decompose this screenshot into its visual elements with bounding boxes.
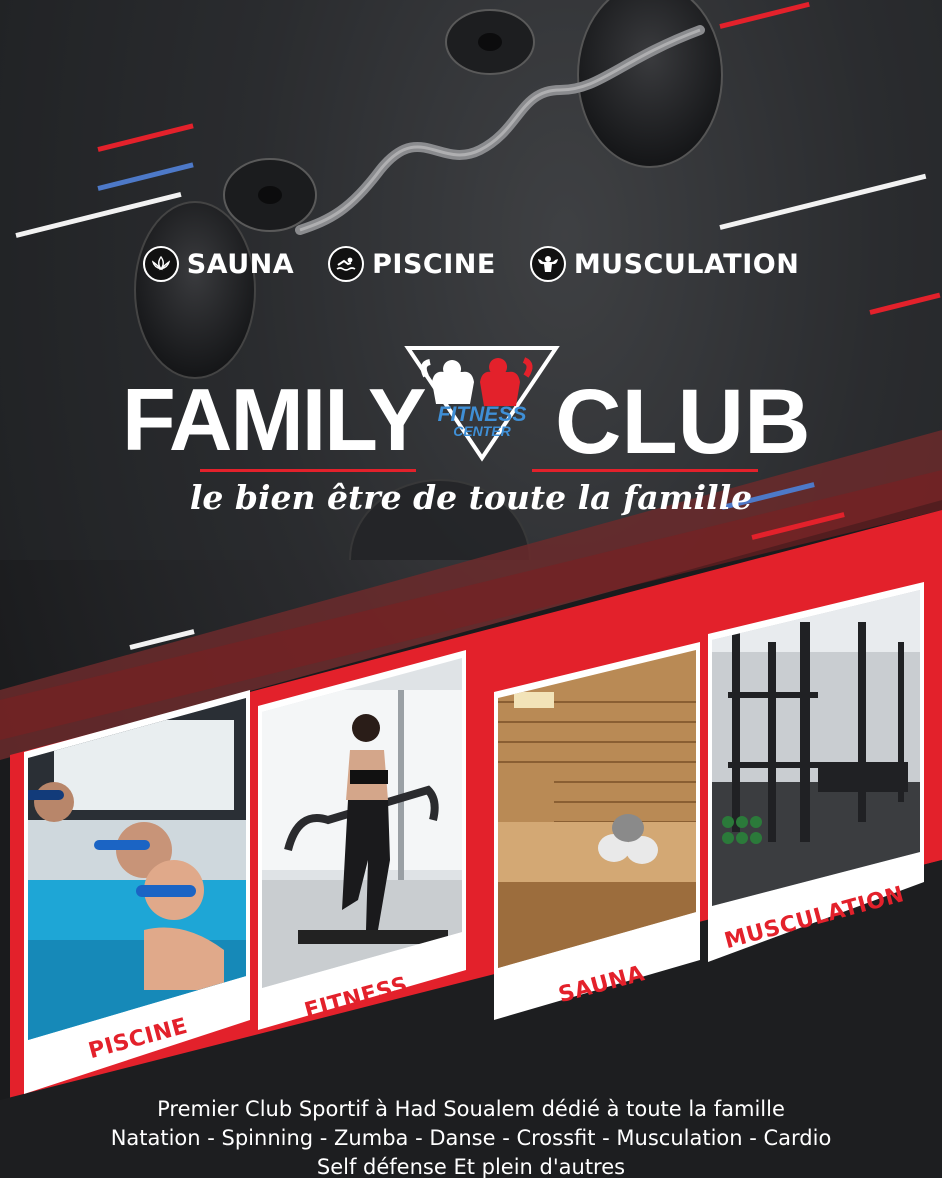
logo-text-fitness: FITNESS bbox=[437, 403, 527, 426]
brand-word-right: CLUB bbox=[555, 371, 811, 473]
logo-text-center: CENTER bbox=[453, 423, 511, 439]
title-underline-right bbox=[532, 469, 758, 472]
title-underline-left bbox=[200, 469, 416, 472]
feature-sauna: SAUNA bbox=[142, 246, 295, 282]
footer-line-2: Natation - Spinning - Zumba - Danse - Cr… bbox=[110, 1126, 832, 1150]
feature-label: PISCINE bbox=[372, 248, 496, 280]
feature-label: MUSCULATION bbox=[573, 248, 800, 280]
brand-word-left: FAMILY bbox=[122, 370, 427, 469]
photo-fitness bbox=[258, 650, 466, 1030]
footer-line-3: Self défense Et plein d'autres bbox=[316, 1155, 626, 1178]
feature-label: SAUNA bbox=[186, 248, 295, 280]
swimmer-icon bbox=[328, 246, 365, 282]
fitness-center-logo bbox=[404, 346, 560, 462]
lotus-icon bbox=[142, 246, 179, 282]
bodybuilder-icon bbox=[529, 246, 566, 282]
footer-line-1: Premier Club Sportif à Had Soualem dédié… bbox=[157, 1097, 785, 1121]
tagline: le bien être de toute la famille bbox=[189, 478, 753, 517]
feature-piscine: PISCINE bbox=[328, 246, 496, 282]
photo-sauna bbox=[494, 642, 700, 1020]
poster: SAUNA PISCINE MUSCULATION FAMILY CLUB FI… bbox=[0, 0, 942, 1178]
features-row: SAUNA PISCINE MUSCULATION bbox=[0, 246, 942, 282]
feature-musculation: MUSCULATION bbox=[529, 246, 800, 282]
